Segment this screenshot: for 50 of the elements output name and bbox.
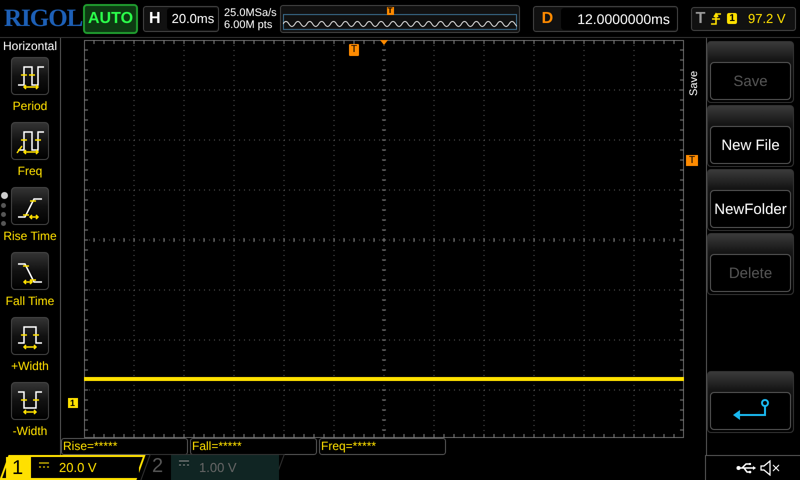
brand-logo: RIGOL	[4, 4, 80, 32]
page-dot[interactable]	[1, 221, 6, 226]
delay-label: D	[540, 10, 554, 28]
timebase-value: 20.0ms	[166, 8, 218, 30]
return-arrow-icon	[730, 399, 770, 423]
sample-rate: 25.0MSa/s	[224, 6, 277, 18]
menu-label: Period	[12, 99, 48, 113]
menu-key[interactable]	[11, 317, 49, 355]
channel-scale: 1.00 V	[199, 460, 237, 475]
rising-edge-icon	[710, 10, 722, 26]
menu-title: Horizontal	[2, 38, 58, 55]
trigger-level: 97.2 V	[748, 11, 786, 26]
menu-label: Fall Time	[6, 294, 54, 308]
menu-label: +Width	[11, 359, 49, 373]
page-dot[interactable]	[1, 192, 8, 199]
channel-tab[interactable]: 1 20.0 V	[0, 455, 146, 480]
menu-key[interactable]	[11, 382, 49, 420]
channel-marker: 1	[68, 398, 78, 408]
menu-label: Freq	[18, 164, 42, 178]
page-dot[interactable]	[1, 203, 6, 208]
menu-label: Rise Time	[3, 229, 57, 243]
channel-number: 1	[6, 457, 32, 478]
speaker-muted-icon	[760, 460, 780, 476]
back-button[interactable]	[710, 392, 791, 430]
trigger-label: T	[696, 10, 706, 28]
menu-key[interactable]	[11, 187, 49, 225]
softkey[interactable]: New File	[710, 126, 791, 164]
run-state-button[interactable]: AUTO	[83, 4, 138, 34]
page-dot[interactable]	[1, 212, 6, 217]
memory-depth: 6.00M pts	[224, 18, 274, 30]
trigger-level-marker: T	[686, 155, 698, 166]
dc-coupling-icon	[179, 460, 190, 466]
softkey[interactable]: NewFolder	[710, 190, 791, 228]
menu-label: -Width	[12, 424, 48, 438]
channel-scale: 20.0 V	[59, 460, 97, 475]
channel-number: 2	[151, 455, 164, 479]
measurement-readout: Freq=*****	[319, 438, 446, 455]
trigger-position-marker: T	[349, 44, 360, 56]
menu-key[interactable]	[11, 57, 49, 95]
trigger-position-icon	[380, 40, 388, 45]
delay-value: 12.0000000ms	[561, 8, 677, 30]
timebase-label: H	[148, 10, 162, 28]
trigger-position-marker: T	[386, 6, 394, 14]
trigger-source: 1	[727, 13, 737, 24]
usb-icon	[736, 462, 756, 474]
menu-title: Save	[688, 69, 701, 98]
menu-key[interactable]	[11, 122, 49, 160]
measurement-readout: Rise=*****	[61, 438, 188, 455]
menu-key[interactable]	[11, 252, 49, 290]
dc-coupling-icon	[39, 462, 50, 468]
